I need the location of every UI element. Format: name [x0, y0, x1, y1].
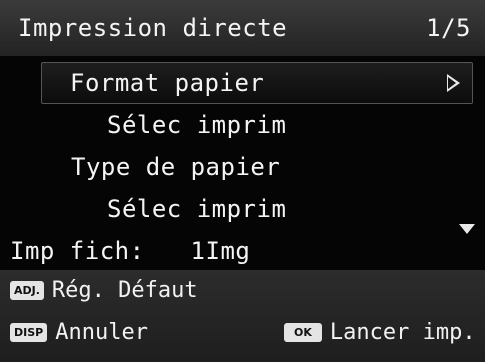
disp-button-icon: DISP: [10, 323, 48, 342]
menu-item-format-papier[interactable]: Format papier: [41, 62, 473, 104]
adj-reset-label: Rég. Défaut: [51, 278, 198, 303]
print-file-label: Imp fich:: [10, 237, 145, 265]
submenu-arrow-icon: [447, 74, 460, 92]
menu-item-label: Type de papier: [71, 153, 281, 181]
ok-print-label: Lancer imp.: [329, 320, 476, 345]
print-file-count: Imp fich: 1Img: [0, 230, 485, 272]
scroll-down-icon: [459, 224, 475, 234]
menu-list: Format papier Sélec imprim Type de papie…: [0, 62, 485, 272]
menu-item-type-de-papier[interactable]: Type de papier: [0, 146, 485, 188]
print-file-value: 1Img: [190, 237, 251, 265]
menu-item-value-label: Sélec imprim: [107, 111, 287, 139]
adj-button-icon: ADJ.: [10, 281, 44, 300]
page-indicator: 1/5: [426, 14, 471, 42]
menu-title: Impression directe: [18, 14, 288, 42]
ok-button-icon: OK: [284, 323, 322, 342]
menu-header: Impression directe 1/5: [0, 0, 485, 56]
disp-cancel-hint[interactable]: DISP Annuler: [10, 320, 148, 345]
ok-print-hint[interactable]: OK Lancer imp.: [284, 320, 476, 345]
menu-item-value: Sélec imprim: [0, 104, 485, 146]
camera-menu-screen: Impression directe 1/5 Format papier Sél…: [0, 0, 485, 362]
button-guide: ADJ. Rég. Défaut DISP Annuler OK Lancer …: [0, 270, 485, 362]
adj-reset-hint[interactable]: ADJ. Rég. Défaut: [10, 278, 198, 303]
disp-cancel-label: Annuler: [55, 320, 148, 345]
menu-item-value-label: Sélec imprim: [107, 195, 287, 223]
menu-item-label: Format papier: [70, 69, 265, 97]
menu-item-value: Sélec imprim: [0, 188, 485, 230]
